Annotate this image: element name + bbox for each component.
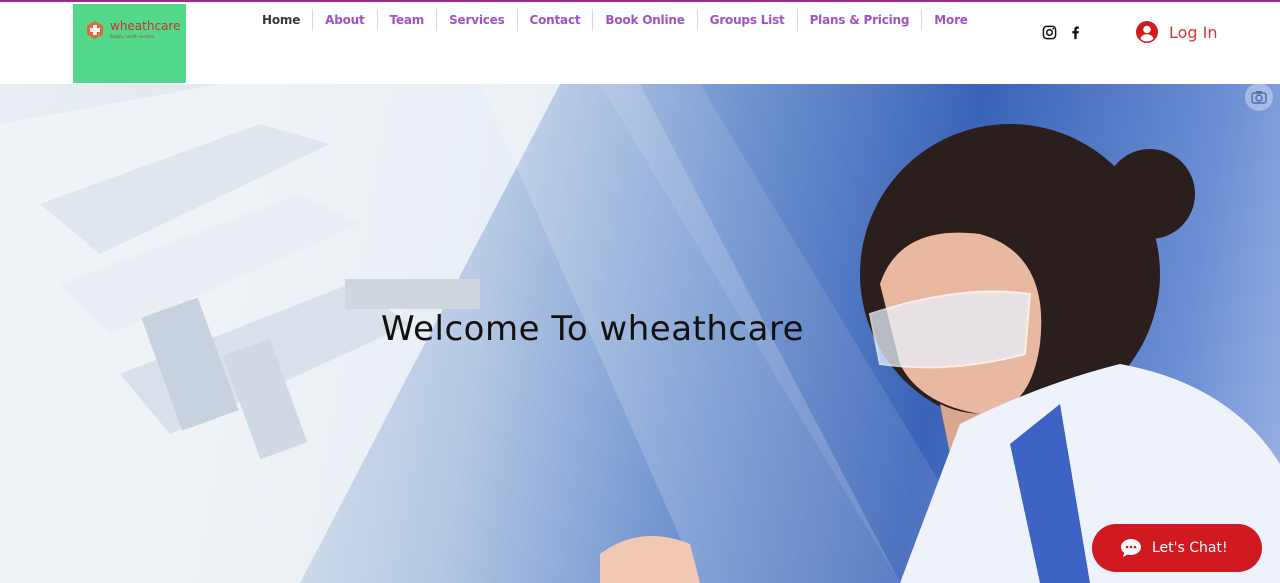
login-label: Log In [1169, 22, 1218, 42]
user-avatar-icon [1136, 21, 1158, 43]
logo-name: wheathcare [110, 19, 181, 33]
site-header: wheathcare Bubbly health wisdom Home Abo… [0, 2, 1280, 84]
hero-section: Welcome To wheathcare [0, 84, 1280, 583]
nav-item-about[interactable]: About [312, 9, 376, 31]
nav-item-plans-pricing[interactable]: Plans & Pricing [796, 9, 922, 31]
logo-tagline: Bubbly health wisdom [110, 34, 155, 39]
health-cross-icon [87, 21, 103, 39]
chat-button[interactable]: Let's Chat! [1092, 524, 1262, 572]
nav-item-contact[interactable]: Contact [516, 9, 593, 31]
nav-item-team[interactable]: Team [376, 9, 437, 31]
nav-item-more[interactable]: More [921, 9, 979, 31]
instagram-icon[interactable] [1041, 24, 1057, 40]
hero-title: Welcome To wheathcare [381, 309, 805, 349]
social-bar [1041, 24, 1083, 40]
site-logo[interactable]: wheathcare Bubbly health wisdom [73, 4, 186, 83]
chat-label: Let's Chat! [1152, 540, 1228, 556]
nav-item-groups-list[interactable]: Groups List [696, 9, 797, 31]
camera-icon[interactable] [1245, 83, 1273, 111]
nav-item-services[interactable]: Services [436, 9, 516, 31]
facebook-icon[interactable] [1067, 24, 1083, 40]
nav-item-book-online[interactable]: Book Online [592, 9, 696, 31]
main-nav: Home About Team Services Contact Book On… [250, 9, 980, 31]
login-button[interactable]: Log In [1136, 21, 1218, 43]
chat-bubble-icon [1121, 539, 1141, 557]
nav-item-home[interactable]: Home [250, 9, 312, 31]
